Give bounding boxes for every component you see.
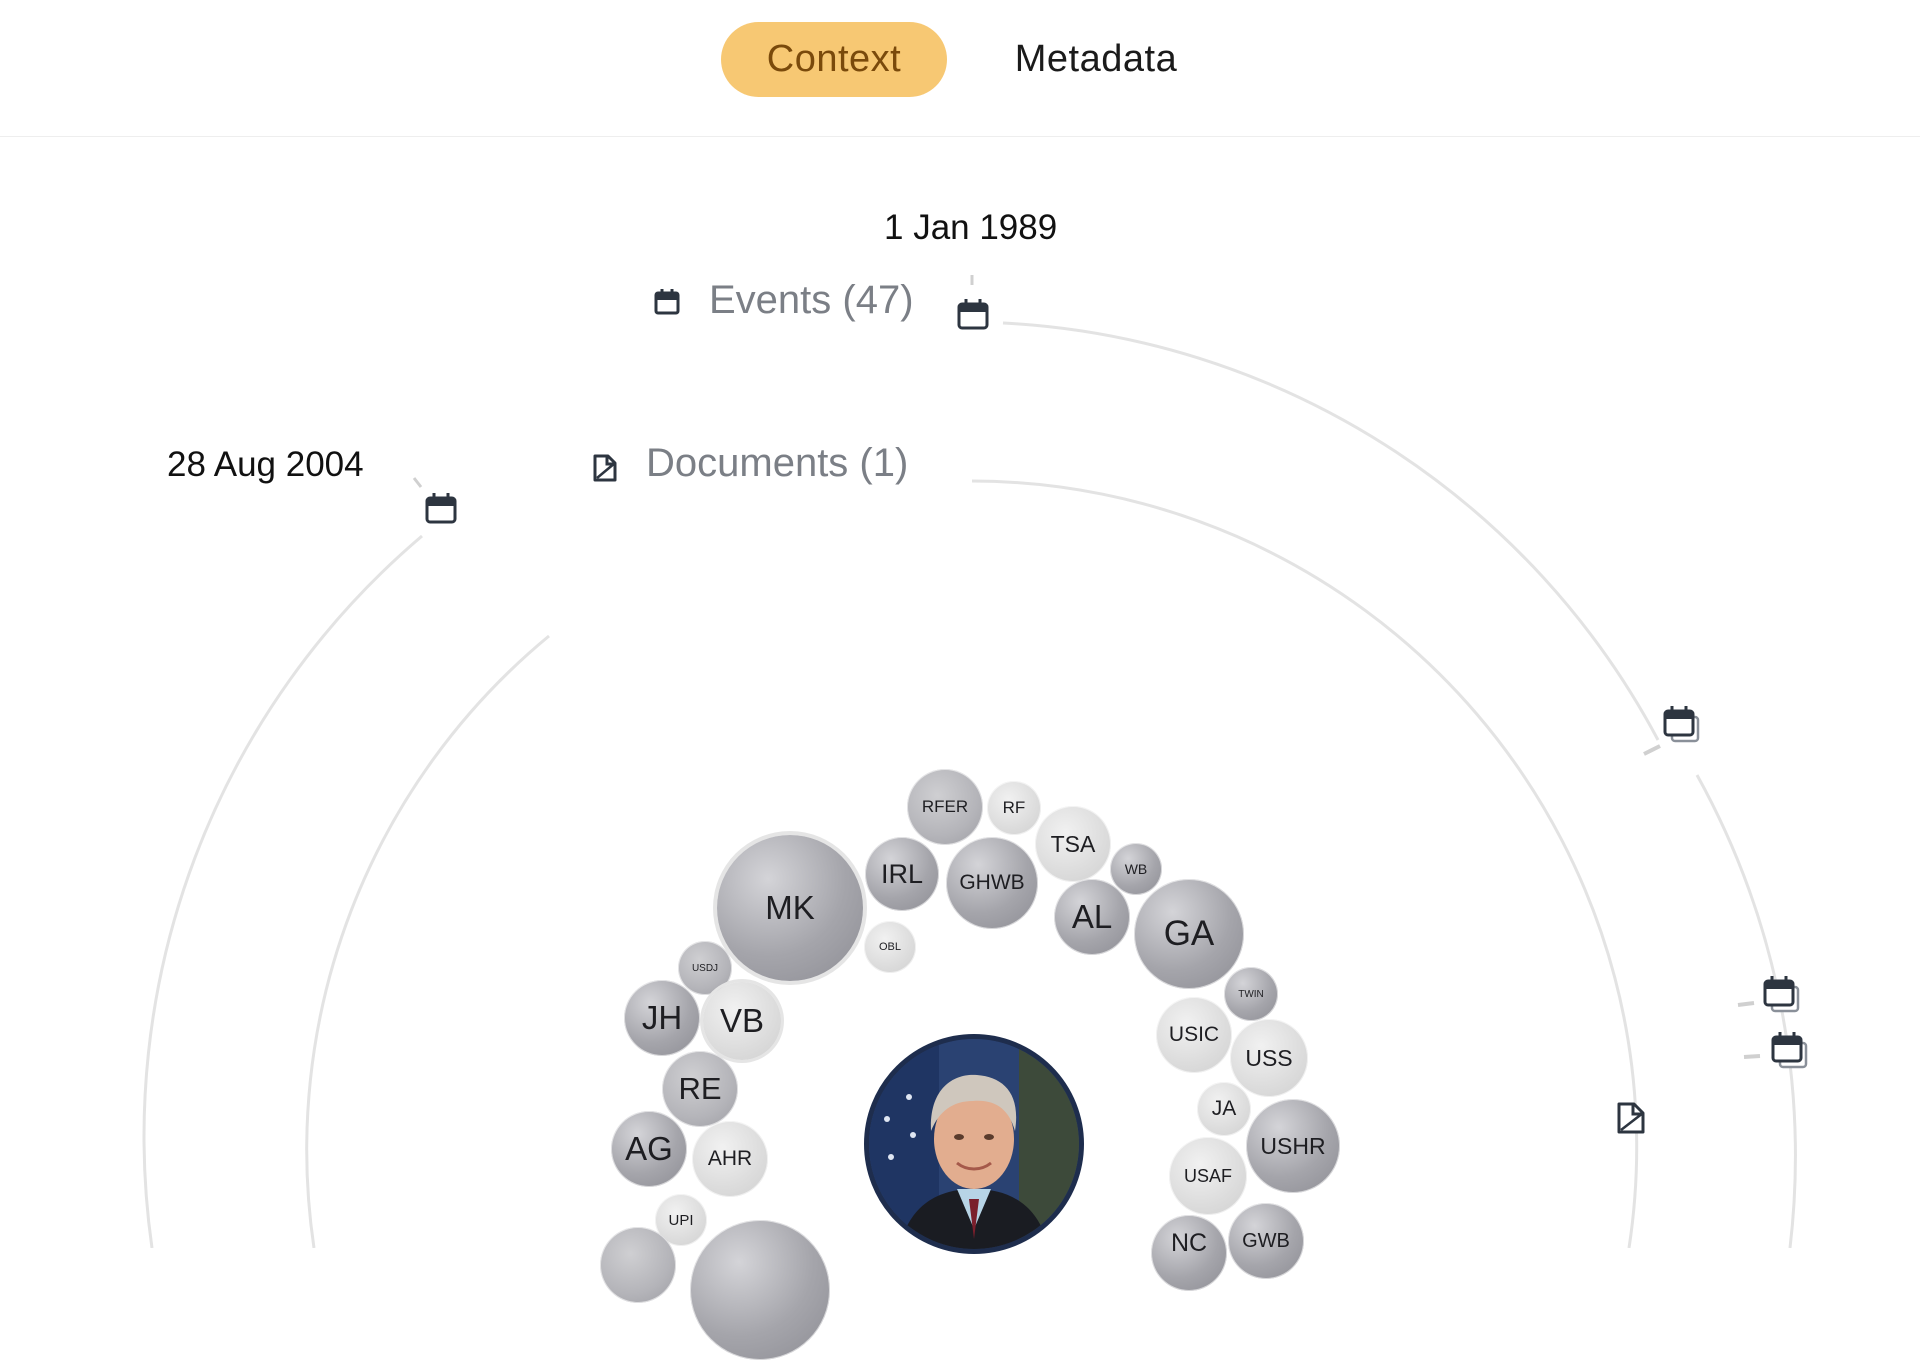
entity-bubble[interactable]: AHR [692,1121,768,1197]
entity-bubble[interactable] [690,1220,830,1360]
tab-context[interactable]: Context [721,22,947,97]
events-category-label[interactable]: Events (47) [709,278,914,323]
center-entity-portrait[interactable] [864,1034,1084,1254]
event-node-calendar-icon[interactable] [424,491,458,525]
portrait-photo [869,1039,1079,1249]
entity-bubble[interactable]: RF [987,781,1041,835]
entity-bubble[interactable]: GWB [1228,1203,1304,1279]
entity-bubble[interactable]: AG [611,1111,687,1187]
event-cluster-calendar-icon[interactable] [1662,705,1702,745]
event-cluster-calendar-icon[interactable] [1762,975,1802,1015]
entity-bubble[interactable]: RE [662,1051,738,1127]
entity-bubble[interactable]: GA [1134,879,1244,989]
documents-category-label[interactable]: Documents (1) [646,441,908,486]
entity-bubble[interactable]: JA [1197,1082,1251,1136]
document-icon [593,454,617,482]
entity-bubble[interactable]: JH [624,980,700,1056]
entity-bubble[interactable]: GHWB [946,837,1038,929]
timeline-end-date: 28 Aug 2004 [167,445,364,484]
entity-bubble[interactable] [600,1227,676,1303]
entity-bubble[interactable]: RFER [907,769,983,845]
entity-bubble[interactable]: USHR [1246,1099,1340,1193]
entity-bubble[interactable]: MK [717,835,863,981]
context-graph: 1 Jan 1989 28 Aug 2004 Events (47) Docum… [0,137,1920,1360]
timeline-start-date: 1 Jan 1989 [884,208,1058,247]
calendar-icon [654,289,680,315]
view-switcher-header: Context Metadata [0,0,1920,137]
entity-bubble[interactable]: VB [703,982,781,1060]
entity-bubble[interactable]: AL [1054,879,1130,955]
event-node-calendar-icon[interactable] [956,297,990,331]
document-node-icon[interactable] [1614,1101,1648,1135]
entity-bubble[interactable]: USIC [1156,997,1232,1073]
entity-bubble[interactable]: OBL [864,921,916,973]
entity-bubble[interactable]: TWIN [1224,967,1278,1021]
entity-bubble[interactable]: WB [1110,843,1162,895]
entity-bubble[interactable]: TSA [1035,806,1111,882]
entity-bubble[interactable]: USAF [1169,1137,1247,1215]
entity-bubble[interactable]: IRL [865,837,939,911]
entity-bubble[interactable]: NC [1151,1215,1227,1291]
tab-metadata[interactable]: Metadata [1003,22,1189,97]
event-cluster-calendar-icon[interactable] [1770,1031,1810,1071]
entity-bubble[interactable]: USS [1230,1019,1308,1097]
